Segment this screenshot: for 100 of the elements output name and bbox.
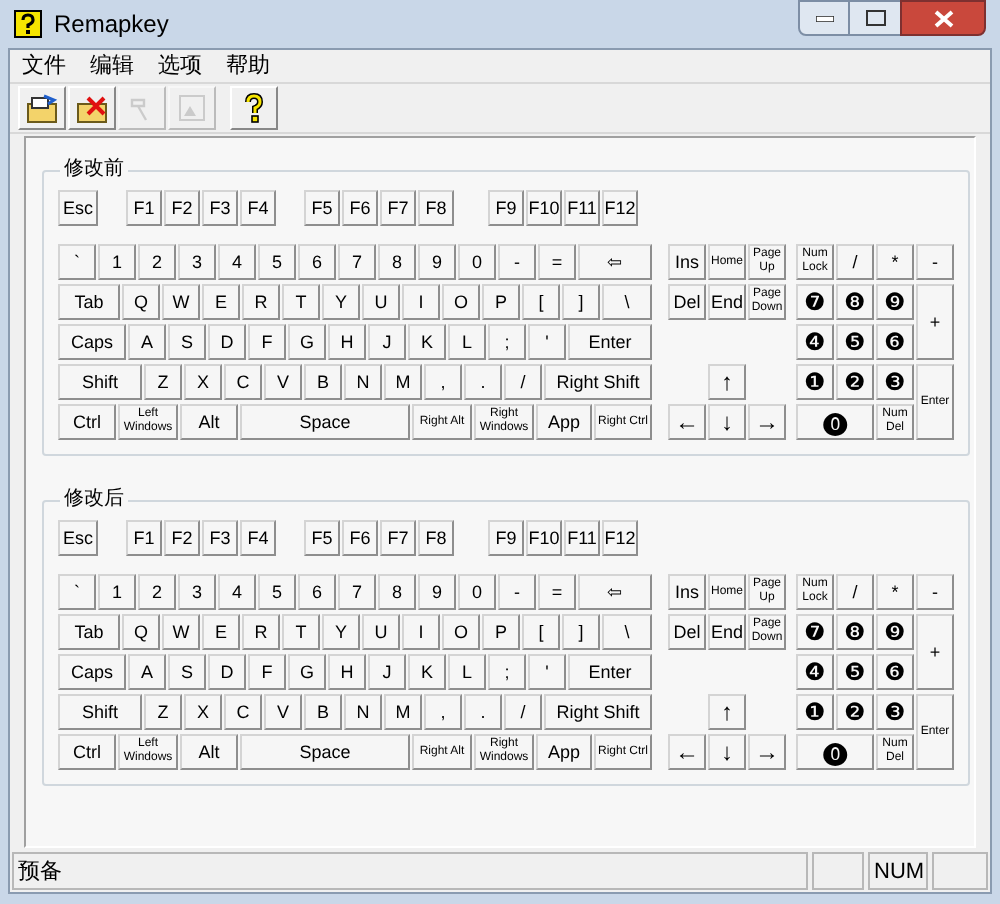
keyboard-key[interactable]: / xyxy=(504,694,542,730)
keyboard-key[interactable]: ❶ xyxy=(796,364,834,400)
keyboard-key[interactable]: 9 xyxy=(418,244,456,280)
keyboard-key[interactable]: M xyxy=(384,364,422,400)
keyboard-key[interactable]: Right Shift xyxy=(544,364,652,400)
keyboard-key[interactable]: ← xyxy=(668,734,706,770)
keyboard-key[interactable]: F3 xyxy=(202,520,238,556)
keyboard-key[interactable]: G xyxy=(288,324,326,360)
keyboard-key[interactable]: K xyxy=(408,324,446,360)
keyboard-key[interactable]: F11 xyxy=(564,520,600,556)
keyboard-key[interactable]: 5 xyxy=(258,244,296,280)
keyboard-key[interactable]: Alt xyxy=(180,404,238,440)
keyboard-key[interactable]: O xyxy=(442,284,480,320)
keyboard-key[interactable]: L xyxy=(448,324,486,360)
keyboard-key[interactable]: E xyxy=(202,284,240,320)
keyboard-key[interactable]: H xyxy=(328,654,366,690)
keyboard-key[interactable]: ❽ xyxy=(836,614,874,650)
keyboard-key[interactable]: ⇦ xyxy=(578,574,652,610)
keyboard-key[interactable]: F6 xyxy=(342,520,378,556)
keyboard-key[interactable]: B xyxy=(304,694,342,730)
keyboard-key[interactable]: Q xyxy=(122,614,160,650)
minimize-button[interactable] xyxy=(798,0,850,36)
keyboard-key[interactable]: A xyxy=(128,654,166,690)
keyboard-key[interactable]: L xyxy=(448,654,486,690)
keyboard-key[interactable]: , xyxy=(424,694,462,730)
keyboard-key[interactable]: Tab xyxy=(58,614,120,650)
keyboard-key[interactable]: / xyxy=(836,244,874,280)
keyboard-key[interactable]: . xyxy=(464,364,502,400)
keyboard-key[interactable]: Ctrl xyxy=(58,734,116,770)
keyboard-key[interactable]: - xyxy=(498,244,536,280)
keyboard-key[interactable]: Space xyxy=(240,734,410,770)
keyboard-key[interactable]: I xyxy=(402,284,440,320)
keyboard-key[interactable]: Right Shift xyxy=(544,694,652,730)
keyboard-key[interactable]: ❹ xyxy=(796,654,834,690)
keyboard-key[interactable]: ' xyxy=(528,324,566,360)
keyboard-key[interactable]: F10 xyxy=(526,190,562,226)
keyboard-key[interactable]: Del xyxy=(668,614,706,650)
keyboard-key[interactable]: ❷ xyxy=(836,694,874,730)
keyboard-key[interactable]: J xyxy=(368,324,406,360)
keyboard-key[interactable]: F3 xyxy=(202,190,238,226)
keyboard-key[interactable]: * xyxy=(876,244,914,280)
keyboard-key[interactable]: ❺ xyxy=(836,324,874,360)
keyboard-key[interactable]: ` xyxy=(58,574,96,610)
keyboard-key[interactable]: . xyxy=(464,694,502,730)
keyboard-key[interactable]: X xyxy=(184,694,222,730)
keyboard-key[interactable]: Del xyxy=(668,284,706,320)
keyboard-key[interactable]: ↓ xyxy=(708,734,746,770)
keyboard-key[interactable]: ↑ xyxy=(708,694,746,730)
keyboard-key[interactable]: F11 xyxy=(564,190,600,226)
keyboard-key[interactable]: Tab xyxy=(58,284,120,320)
keyboard-key[interactable]: F10 xyxy=(526,520,562,556)
keyboard-key[interactable]: ❸ xyxy=(876,364,914,400)
keyboard-key[interactable]: Z xyxy=(144,694,182,730)
keyboard-key[interactable]: = xyxy=(538,244,576,280)
keyboard-key[interactable]: F8 xyxy=(418,190,454,226)
keyboard-key[interactable]: + xyxy=(916,614,954,690)
keyboard-key[interactable]: Z xyxy=(144,364,182,400)
keyboard-key[interactable]: F1 xyxy=(126,190,162,226)
keyboard-key[interactable]: G xyxy=(288,654,326,690)
keyboard-key[interactable]: R xyxy=(242,284,280,320)
keyboard-key[interactable]: ` xyxy=(58,244,96,280)
keyboard-key[interactable]: / xyxy=(836,574,874,610)
keyboard-key[interactable]: 1 xyxy=(98,244,136,280)
keyboard-key[interactable]: * xyxy=(876,574,914,610)
keyboard-key[interactable]: W xyxy=(162,284,200,320)
keyboard-key[interactable]: ↑ xyxy=(708,364,746,400)
keyboard-key[interactable]: 0 xyxy=(458,244,496,280)
keyboard-key[interactable]: Esc xyxy=(58,520,98,556)
keyboard-key[interactable]: W xyxy=(162,614,200,650)
keyboard-key[interactable]: ❶ xyxy=(796,694,834,730)
keyboard-key[interactable]: [ xyxy=(522,614,560,650)
toolbar-button[interactable] xyxy=(18,86,66,130)
keyboard-key[interactable]: ❾ xyxy=(876,284,914,320)
toolbar-button[interactable] xyxy=(68,86,116,130)
keyboard-key[interactable]: F1 xyxy=(126,520,162,556)
keyboard-key[interactable]: ❽ xyxy=(836,284,874,320)
keyboard-key[interactable]: [ xyxy=(522,284,560,320)
keyboard-key[interactable]: → xyxy=(748,404,786,440)
keyboard-key[interactable]: F2 xyxy=(164,520,200,556)
keyboard-key[interactable]: Shift xyxy=(58,364,142,400)
menu-item[interactable]: 编辑 xyxy=(90,52,134,80)
keyboard-key[interactable]: App xyxy=(536,734,592,770)
keyboard-key[interactable]: V xyxy=(264,694,302,730)
keyboard-key[interactable]: 0 xyxy=(458,574,496,610)
keyboard-key[interactable]: → xyxy=(748,734,786,770)
keyboard-key[interactable]: , xyxy=(424,364,462,400)
keyboard-key[interactable]: F7 xyxy=(380,520,416,556)
keyboard-key[interactable]: ] xyxy=(562,614,600,650)
keyboard-key[interactable]: F12 xyxy=(602,520,638,556)
keyboard-key[interactable]: ❹ xyxy=(796,324,834,360)
keyboard-key[interactable]: A xyxy=(128,324,166,360)
keyboard-key[interactable]: 8 xyxy=(378,574,416,610)
keyboard-key[interactable]: ' xyxy=(528,654,566,690)
keyboard-key[interactable]: H xyxy=(328,324,366,360)
keyboard-key[interactable]: ❾ xyxy=(876,614,914,650)
keyboard-key[interactable]: F7 xyxy=(380,190,416,226)
keyboard-key[interactable]: F12 xyxy=(602,190,638,226)
keyboard-key[interactable]: Caps xyxy=(58,654,126,690)
keyboard-key[interactable]: C xyxy=(224,694,262,730)
keyboard-key[interactable]: End xyxy=(708,284,746,320)
